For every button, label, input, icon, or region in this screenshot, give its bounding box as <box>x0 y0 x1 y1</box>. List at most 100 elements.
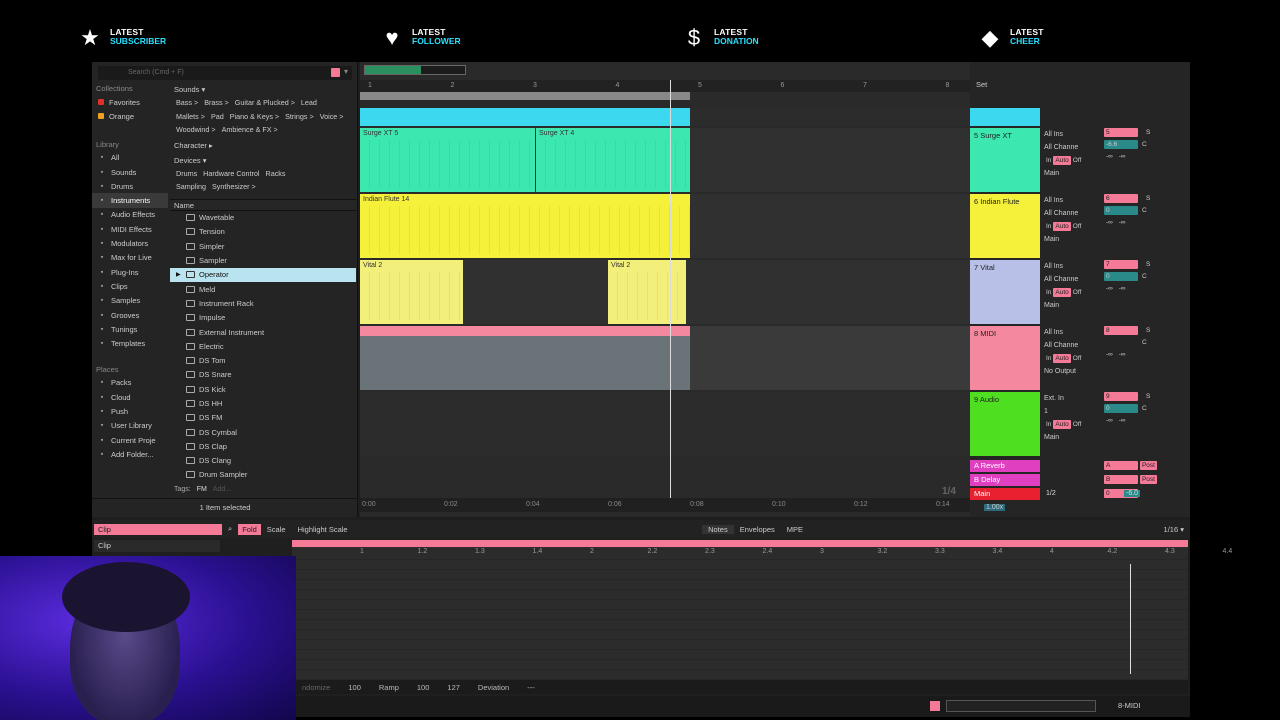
monitor-in[interactable]: In <box>1044 222 1053 231</box>
devices-header[interactable]: Devices ▾ <box>170 153 356 168</box>
library-item-samples[interactable]: ▪ Samples <box>92 294 168 308</box>
input-select[interactable]: All Ins <box>1042 194 1100 207</box>
place-item-add-folder-[interactable]: ▪ Add Folder... <box>92 447 168 461</box>
channel-select[interactable]: All Channe <box>1042 207 1100 220</box>
solo-button[interactable]: S <box>1144 326 1152 335</box>
file-row[interactable]: DS HH <box>170 396 356 410</box>
library-item-templates[interactable]: ▪ Templates <box>92 336 168 350</box>
output-select[interactable]: Main <box>1042 299 1100 312</box>
search-input[interactable]: Search (Cmd + F) <box>98 66 352 80</box>
file-row[interactable]: Impulse <box>170 311 356 325</box>
output-select[interactable]: Main <box>1042 167 1100 180</box>
clip-surge-xt-4[interactable]: Surge XT 4 <box>536 128 690 192</box>
input-select[interactable]: All Ins <box>1042 128 1100 141</box>
track-activator[interactable]: 5 <box>1104 128 1138 137</box>
track-top-header[interactable] <box>970 108 1040 126</box>
return-track-header[interactable]: Main <box>970 488 1040 500</box>
tag-chip[interactable]: Drums <box>174 168 199 180</box>
main-volume[interactable]: -6.0 <box>1124 490 1141 497</box>
library-item-sounds[interactable]: ▪ Sounds <box>92 165 168 179</box>
velocity-max[interactable]: 127 <box>447 683 460 692</box>
file-row[interactable]: Instrument Rack <box>170 296 356 310</box>
library-item-clips[interactable]: ▪ Clips <box>92 279 168 293</box>
track-activator[interactable]: 7 <box>1104 260 1138 269</box>
collection-favorites[interactable]: Favorites <box>92 95 168 109</box>
tag-fm[interactable]: FM <box>197 486 207 493</box>
send-a[interactable]: -∞ <box>1104 152 1115 161</box>
library-item-midi-effects[interactable]: ▪ MIDI Effects <box>92 222 168 236</box>
file-row[interactable]: Tension <box>170 225 356 239</box>
quantize-label[interactable]: 1/4 <box>942 486 956 497</box>
return-activator[interactable]: A <box>1104 461 1138 470</box>
tag-chip[interactable]: Bass > <box>174 97 200 109</box>
zoom-level[interactable]: 1.00x <box>984 504 1006 511</box>
track-activator[interactable]: 8 <box>1104 326 1138 335</box>
library-item-plug-ins[interactable]: ▪ Plug-Ins <box>92 265 168 279</box>
send-b[interactable]: -∞ <box>1117 284 1128 293</box>
tag-chip[interactable]: Mallets > <box>174 111 207 123</box>
volume-field[interactable]: -6.6 <box>1104 140 1138 149</box>
send-a[interactable]: -∞ <box>1104 350 1115 359</box>
track-header[interactable]: 6 Indian Flute <box>970 194 1040 258</box>
output-select[interactable]: Main <box>1042 431 1100 444</box>
sounds-header[interactable]: Sounds ▾ <box>170 82 356 97</box>
file-row[interactable]: Meld <box>170 282 356 296</box>
tag-chip[interactable]: Hardware Control <box>201 168 261 180</box>
tag-chip[interactable]: Lead <box>299 97 319 109</box>
scale-button[interactable]: Scale <box>261 525 292 534</box>
track-header[interactable]: 5 Surge XT <box>970 128 1040 192</box>
expand-arrow-icon[interactable]: ▶ <box>176 271 182 278</box>
file-row[interactable]: DS Clang <box>170 454 356 468</box>
pan-field[interactable]: C <box>1140 338 1149 347</box>
file-row[interactable]: Simpler <box>170 239 356 253</box>
deviation-label[interactable]: Deviation <box>478 683 509 692</box>
midi-track-lane[interactable] <box>360 336 690 390</box>
tag-chip[interactable]: Racks <box>264 168 288 180</box>
pan-field[interactable]: C <box>1140 140 1149 149</box>
monitor-in[interactable]: In <box>1044 420 1053 429</box>
velocity-value[interactable]: 100 <box>348 683 361 692</box>
file-row[interactable]: DS Tom <box>170 353 356 367</box>
tab-mpe[interactable]: MPE <box>781 525 809 534</box>
volume-field[interactable]: 0 <box>1104 206 1138 215</box>
solo-button[interactable]: S <box>1144 260 1152 269</box>
tag-chip[interactable]: Piano & Keys > <box>228 111 281 123</box>
character-header[interactable]: Character ▸ <box>170 138 356 153</box>
output-select[interactable]: No Output <box>1042 365 1100 378</box>
send-b[interactable]: -∞ <box>1117 152 1128 161</box>
warning-icon[interactable] <box>930 701 940 711</box>
collection-orange[interactable]: Orange <box>92 109 168 123</box>
loop-region[interactable] <box>292 540 1188 547</box>
file-row[interactable]: DS Cymbal <box>170 425 356 439</box>
tag-chip[interactable]: Brass > <box>202 97 231 109</box>
pan-field[interactable]: C <box>1140 272 1149 281</box>
library-item-instruments[interactable]: ▪ Instruments <box>92 193 168 208</box>
track-header[interactable]: 9 Audio <box>970 392 1040 456</box>
time-ruler[interactable]: 0:00 0:02 0:04 0:06 0:08 0:10 0:12 0:14 <box>360 498 970 512</box>
filter-icon[interactable] <box>331 68 340 77</box>
send-b[interactable]: -∞ <box>1117 416 1128 425</box>
status-field[interactable] <box>946 700 1096 712</box>
output-select[interactable]: Main <box>1042 233 1100 246</box>
clip-surge-xt-5[interactable]: Surge XT 5 <box>360 128 535 192</box>
tag-chip[interactable]: Strings > <box>283 111 316 123</box>
library-item-audio-effects[interactable]: ▪ Audio Effects <box>92 208 168 222</box>
main-ratio[interactable]: 1/2 <box>1046 490 1056 497</box>
fold-button[interactable]: Fold <box>238 523 261 535</box>
file-row[interactable]: Sampler <box>170 253 356 267</box>
monitor-off[interactable]: Off <box>1071 156 1084 165</box>
tag-add[interactable]: Add... <box>213 486 231 493</box>
send-b[interactable]: -∞ <box>1117 218 1128 227</box>
channel-select[interactable]: All Channe <box>1042 273 1100 286</box>
pan-field[interactable]: C <box>1140 206 1149 215</box>
clip-vital-2-a[interactable]: Vital 2 <box>360 260 463 324</box>
monitor-auto[interactable]: Auto <box>1053 288 1071 297</box>
library-item-tunings[interactable]: ▪ Tunings <box>92 322 168 336</box>
bar-ruler[interactable]: 1 2 3 4 5 6 7 8 <box>360 80 970 92</box>
pan-field[interactable]: C <box>1140 404 1149 413</box>
send-a[interactable]: -∞ <box>1104 284 1115 293</box>
solo-button[interactable]: S <box>1144 194 1152 203</box>
place-item-current-proje[interactable]: ▪ Current Proje <box>92 433 168 447</box>
solo-button[interactable]: S <box>1144 392 1152 401</box>
tab-notes[interactable]: Notes <box>702 524 734 534</box>
